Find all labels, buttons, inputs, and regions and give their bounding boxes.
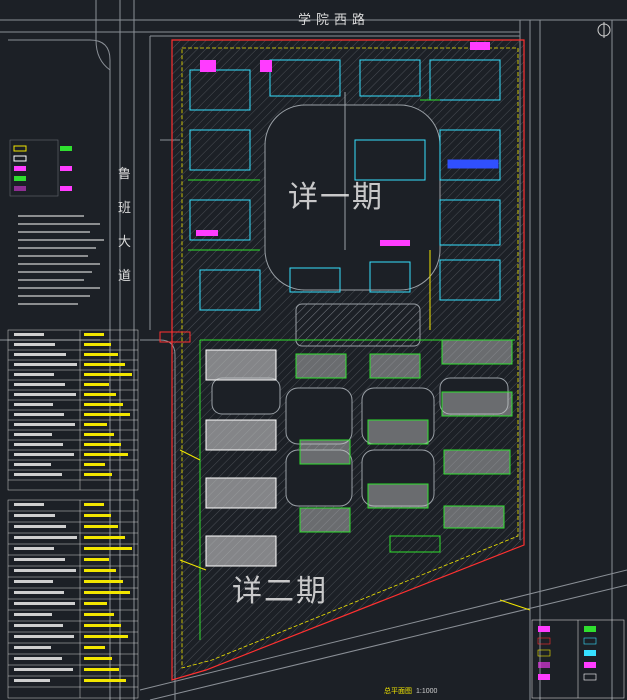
table-value-bar — [84, 403, 123, 406]
table-label-bar — [14, 383, 65, 386]
table-label-bar — [14, 558, 65, 561]
table-label-bar — [14, 657, 62, 660]
table-label-bar — [14, 393, 76, 396]
table-value-bar — [84, 473, 112, 476]
table-label-bar — [14, 503, 44, 506]
phase-1-label: 详一期 — [288, 180, 384, 215]
table-label-bar — [14, 413, 64, 416]
legend-right — [531, 619, 625, 699]
table-value-bar — [84, 514, 111, 517]
table-value-bar — [84, 423, 107, 426]
table-label-bar — [14, 668, 73, 671]
table-value-bar — [84, 383, 109, 386]
table-value-bar — [84, 373, 132, 376]
table-value-bar — [84, 363, 125, 366]
table-value-bar — [84, 443, 121, 446]
north-arrow-icon — [597, 22, 611, 38]
table-label-bar — [14, 373, 54, 376]
table-value-bar — [84, 602, 107, 605]
data-table-2 — [7, 499, 139, 699]
table-value-bar — [84, 343, 111, 346]
table-label-bar — [14, 463, 51, 466]
table-label-bar — [14, 343, 55, 346]
table-label-bar — [14, 514, 55, 517]
table-label-bar — [14, 333, 44, 336]
table-value-bar — [84, 413, 130, 416]
notes-block — [18, 215, 104, 305]
table-value-bar — [84, 433, 114, 436]
road-label-top: 学院西路 — [298, 13, 371, 28]
table-value-bar — [84, 624, 121, 627]
table-value-bar — [84, 668, 119, 671]
plan-title: 总平面图 — [384, 688, 412, 695]
table-value-bar — [84, 547, 132, 550]
table-value-bar — [84, 503, 104, 506]
table-label-bar — [14, 433, 52, 436]
table-label-bar — [14, 547, 54, 550]
table-value-bar — [84, 569, 116, 572]
table-value-bar — [84, 679, 126, 682]
table-value-bar — [84, 393, 116, 396]
table-label-bar — [14, 403, 53, 406]
table-label-bar — [14, 363, 77, 366]
table-label-bar — [14, 679, 50, 682]
table-label-bar — [14, 443, 63, 446]
table-label-bar — [14, 591, 64, 594]
table-label-bar — [14, 580, 53, 583]
table-label-bar — [14, 536, 77, 539]
table-label-bar — [14, 473, 62, 476]
table-value-bar — [84, 453, 128, 456]
table-value-bar — [84, 463, 105, 466]
data-table-1 — [7, 329, 139, 491]
table-value-bar — [84, 525, 118, 528]
table-label-bar — [14, 613, 52, 616]
table-value-bar — [84, 558, 109, 561]
table-label-bar — [14, 624, 63, 627]
legend-left — [9, 139, 72, 197]
table-value-bar — [84, 333, 104, 336]
table-value-bar — [84, 536, 125, 539]
table-label-bar — [14, 646, 51, 649]
table-value-bar — [84, 353, 118, 356]
table-value-bar — [84, 580, 123, 583]
table-value-bar — [84, 613, 114, 616]
table-value-bar — [84, 657, 112, 660]
table-label-bar — [14, 423, 75, 426]
plan-scale: 1:1000 — [416, 688, 438, 695]
table-value-bar — [84, 646, 105, 649]
table-value-bar — [84, 591, 130, 594]
table-label-bar — [14, 353, 66, 356]
road-label-left: 鲁班大道 — [118, 167, 132, 284]
table-label-bar — [14, 602, 75, 605]
plan-title-caption: 总平面图 1:1000 — [384, 686, 437, 696]
table-value-bar — [84, 635, 128, 638]
table-label-bar — [14, 453, 74, 456]
table-label-bar — [14, 569, 76, 572]
table-label-bar — [14, 525, 66, 528]
table-label-bar — [14, 635, 74, 638]
phase-2-label: 详二期 — [232, 574, 328, 609]
